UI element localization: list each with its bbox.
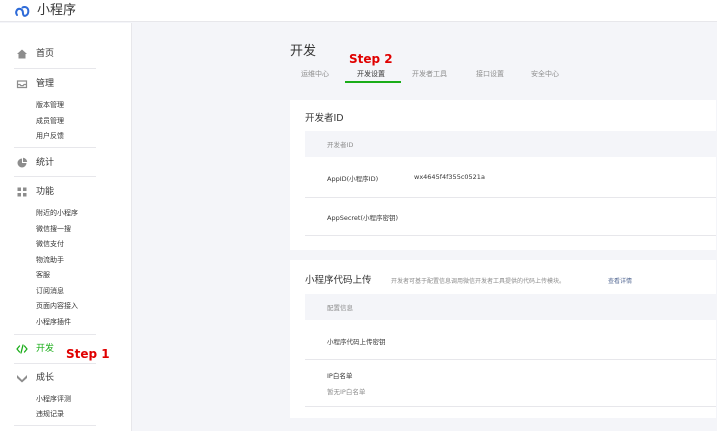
sidebar: 首页 管理 版本管理 成员管理 用户反馈 统计 功能 附近的小程序 微信搜一搜 … bbox=[0, 23, 132, 431]
sidebar-subitem-feedback[interactable]: 用户反馈 bbox=[36, 131, 64, 141]
code-upload-card: 小程序代码上传 开发者可基于配置信息调用微信开发者工具提供的代码上传模块。 查看… bbox=[290, 260, 716, 418]
step1-annotation: Step 1 bbox=[66, 347, 110, 361]
step2-annotation: Step 2 bbox=[349, 52, 393, 66]
card-title: 小程序代码上传 bbox=[305, 275, 372, 286]
sidebar-subitem-members[interactable]: 成员管理 bbox=[36, 116, 64, 126]
active-tab-underline bbox=[345, 81, 401, 83]
row-divider bbox=[305, 235, 716, 236]
row-divider bbox=[305, 197, 716, 198]
sidebar-divider bbox=[14, 147, 96, 148]
appid-value: wx4645f4f355c0521a bbox=[414, 173, 485, 181]
row-divider bbox=[305, 359, 716, 360]
upload-key-label: 小程序代码上传密钥 bbox=[327, 338, 386, 346]
sidebar-subitem-violations[interactable]: 违规记录 bbox=[36, 409, 64, 419]
tab-dev-tools[interactable]: 开发者工具 bbox=[412, 69, 447, 79]
code-icon bbox=[16, 343, 28, 355]
tab-ops-center[interactable]: 运维中心 bbox=[301, 69, 329, 79]
sidebar-subitem-version[interactable]: 版本管理 bbox=[36, 100, 64, 110]
table-header: 配置信息 bbox=[305, 294, 716, 320]
sidebar-divider bbox=[14, 425, 96, 426]
appsecret-label: AppSecret(小程序密钥) bbox=[327, 214, 399, 222]
sidebar-subitem-content[interactable]: 页面内容接入 bbox=[36, 301, 78, 311]
card-note: 开发者可基于配置信息调用微信开发者工具提供的代码上传模块。 bbox=[391, 278, 566, 285]
appid-label: AppID(小程序ID) bbox=[327, 175, 379, 183]
app-logo[interactable]: 小程序 bbox=[14, 3, 76, 19]
sidebar-subitem-plugin[interactable]: 小程序插件 bbox=[36, 317, 71, 327]
sidebar-subitem-pay[interactable]: 微信支付 bbox=[36, 239, 64, 249]
sidebar-divider bbox=[14, 363, 96, 364]
grid-icon bbox=[16, 186, 28, 198]
table-header-label: 配置信息 bbox=[327, 304, 353, 312]
sidebar-item-growth[interactable]: 成长 bbox=[0, 368, 132, 388]
sidebar-item-label: 成长 bbox=[36, 373, 55, 383]
sidebar-subitem-nearby[interactable]: 附近的小程序 bbox=[36, 208, 78, 218]
tab-dev-settings[interactable]: 开发设置 bbox=[357, 69, 385, 79]
sidebar-item-label: 首页 bbox=[36, 49, 55, 59]
table-header: 开发者ID bbox=[305, 131, 716, 157]
sidebar-item-label: 开发 bbox=[36, 344, 55, 354]
sidebar-divider bbox=[14, 176, 96, 177]
page-title: 开发 bbox=[290, 44, 317, 59]
sidebar-subitem-search[interactable]: 微信搜一搜 bbox=[36, 224, 71, 234]
sidebar-subitem-subscribe[interactable]: 订阅消息 bbox=[36, 286, 64, 296]
developer-id-card: 开发者ID 开发者ID AppID(小程序ID) wx4645f4f355c05… bbox=[290, 100, 716, 250]
card-title: 开发者ID bbox=[305, 113, 344, 124]
sidebar-subitem-service[interactable]: 客服 bbox=[36, 270, 50, 280]
sidebar-subitem-evaluation[interactable]: 小程序评测 bbox=[36, 394, 71, 404]
home-icon bbox=[16, 48, 28, 60]
sidebar-divider bbox=[14, 334, 96, 335]
sidebar-item-home[interactable]: 首页 bbox=[0, 44, 132, 64]
ip-whitelist-label: IP白名单 bbox=[327, 372, 353, 380]
sidebar-subitem-logistics[interactable]: 物流助手 bbox=[36, 255, 64, 265]
top-bar: 小程序 bbox=[0, 0, 717, 22]
table-header-label: 开发者ID bbox=[327, 141, 354, 149]
app-title: 小程序 bbox=[37, 3, 77, 18]
sidebar-item-label: 功能 bbox=[36, 187, 55, 197]
tab-security-center[interactable]: 安全中心 bbox=[531, 69, 559, 79]
sidebar-item-label: 管理 bbox=[36, 79, 55, 89]
mini-program-logo-icon bbox=[14, 3, 32, 19]
row-divider bbox=[305, 406, 716, 407]
sidebar-divider bbox=[14, 68, 96, 69]
sidebar-item-manage[interactable]: 管理 bbox=[0, 74, 132, 94]
tab-api-settings[interactable]: 接口设置 bbox=[476, 69, 504, 79]
sidebar-item-features[interactable]: 功能 bbox=[0, 182, 132, 202]
inbox-icon bbox=[16, 78, 28, 90]
pie-chart-icon bbox=[16, 157, 28, 169]
sidebar-item-stats[interactable]: 统计 bbox=[0, 153, 132, 173]
sidebar-item-label: 统计 bbox=[36, 158, 55, 168]
growth-icon bbox=[16, 372, 28, 384]
view-details-link[interactable]: 查看详情 bbox=[608, 276, 632, 285]
ip-whitelist-value: 暂无IP白名单 bbox=[327, 388, 366, 396]
